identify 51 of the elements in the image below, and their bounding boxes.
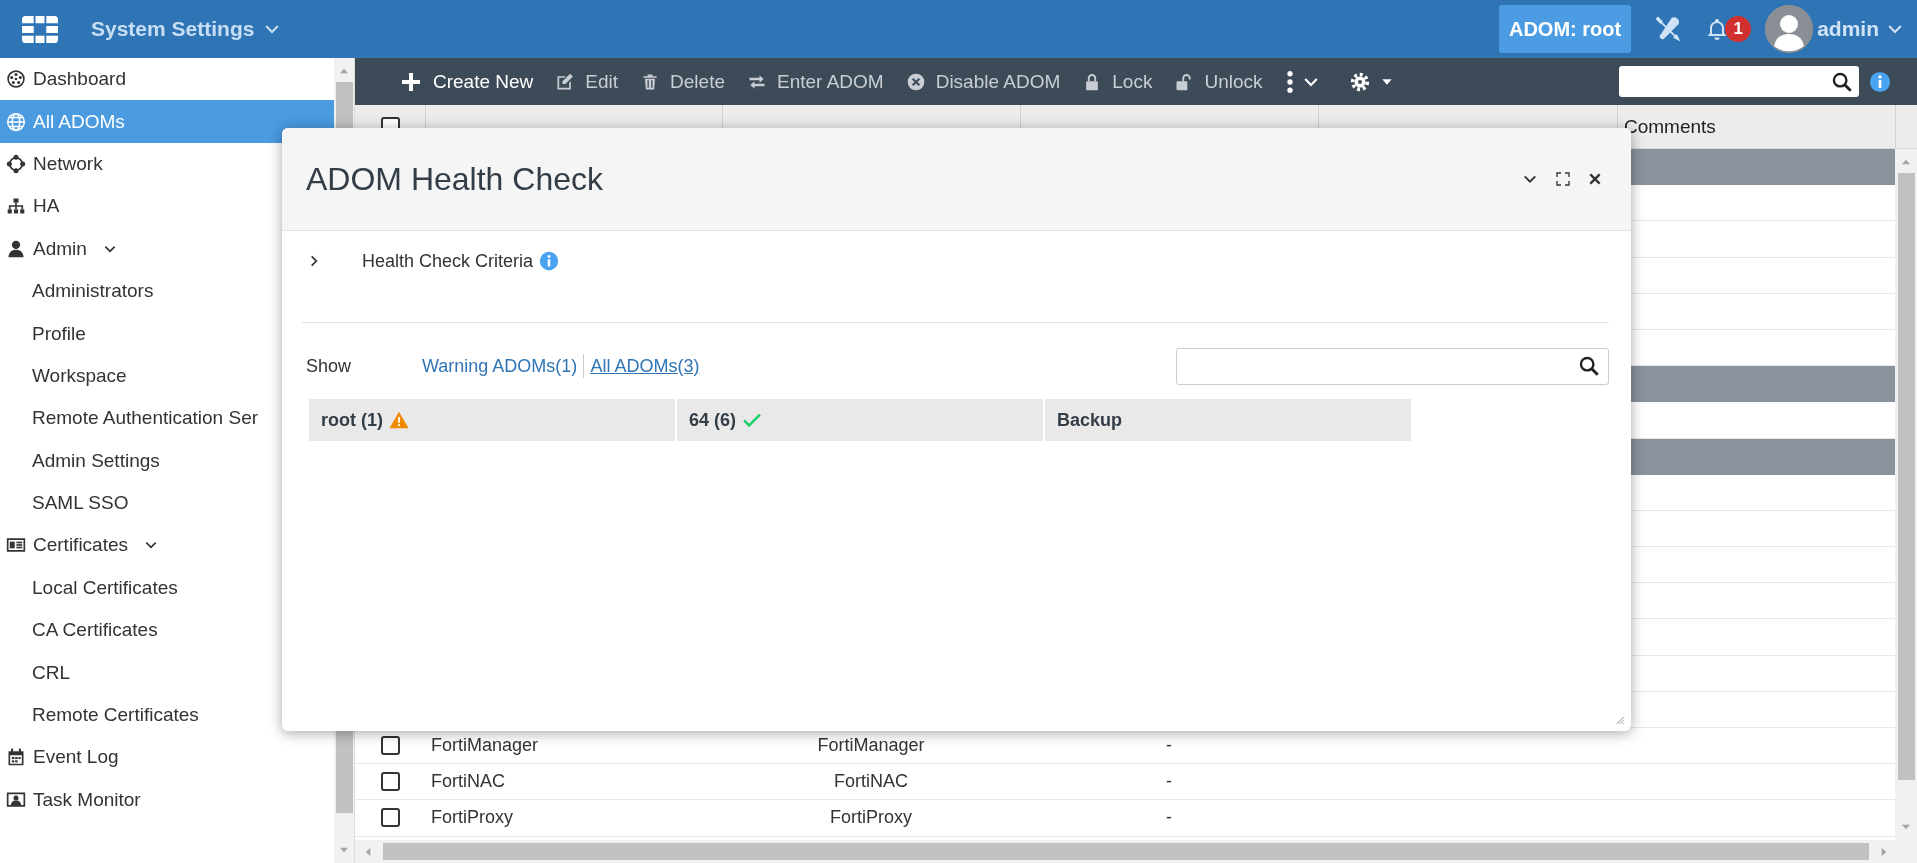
filter-label: Show: [306, 355, 353, 377]
hierarchy-icon: [6, 196, 26, 217]
adom-result[interactable]: Backup: [1045, 399, 1411, 441]
globe-icon: [6, 111, 26, 132]
avatar-icon[interactable]: [1765, 5, 1814, 53]
pencil-icon: [555, 71, 576, 92]
filter-link[interactable]: Warning ADOMs(1): [422, 355, 578, 377]
settings-icon: [1349, 70, 1372, 93]
dialog-title: ADOM Health Check: [306, 160, 603, 198]
sidebar-item[interactable]: Task Monitor: [0, 778, 335, 822]
sidebar-item[interactable]: Certificates: [0, 524, 335, 567]
user-icon: [6, 238, 26, 259]
table-cell: -: [1166, 735, 1172, 756]
calendar-icon: [6, 747, 26, 768]
table-cell: FortiManager: [431, 735, 539, 756]
search-field[interactable]: [1619, 66, 1859, 97]
expand-icon[interactable]: [1555, 171, 1571, 187]
grid-logo-icon[interactable]: [22, 15, 58, 43]
user-menu[interactable]: admin: [1813, 17, 1917, 41]
table-cell: FortiProxy: [431, 807, 513, 828]
toolbar-button[interactable]: Create New: [388, 61, 545, 102]
table-cell: FortiManager: [817, 735, 925, 756]
row-checkbox[interactable]: [380, 772, 400, 792]
row-checkbox[interactable]: [380, 808, 400, 828]
table-cell: FortiNAC: [431, 771, 505, 792]
adom-result[interactable]: 64 (6): [677, 399, 1043, 441]
search-icon: [1578, 355, 1600, 377]
more-icon: [1287, 70, 1294, 93]
notification-count: 1: [1725, 16, 1752, 42]
dial-icon: [6, 69, 26, 90]
search-icon: [1831, 70, 1853, 93]
info-icon[interactable]: [1869, 70, 1891, 93]
sidebar-item[interactable]: Event Log: [0, 736, 335, 779]
table-cell: FortiProxy: [830, 807, 912, 828]
search-field[interactable]: [1176, 347, 1609, 385]
table-cell: FortiNAC: [834, 771, 908, 792]
scrollbar[interactable]: [355, 840, 1917, 863]
row-checkbox[interactable]: [380, 736, 400, 756]
filter-link[interactable]: All ADOMs(3): [590, 355, 700, 377]
sidebar-item[interactable]: Dashboard: [0, 58, 335, 101]
close-icon[interactable]: [1587, 171, 1603, 187]
adom-result[interactable]: root (1): [309, 399, 675, 441]
sidebar-item[interactable]: Admin: [0, 227, 335, 270]
x-circle-icon: [905, 71, 926, 92]
scrollbar[interactable]: [1895, 149, 1917, 840]
table-cell: -: [1166, 771, 1172, 792]
warning-icon: [389, 410, 409, 430]
network-icon: [6, 153, 26, 174]
app-title-menu[interactable]: System Settings: [91, 17, 283, 41]
table-cell: -: [1166, 807, 1172, 828]
section-toggle[interactable]: Health Check Criteria: [362, 250, 534, 272]
